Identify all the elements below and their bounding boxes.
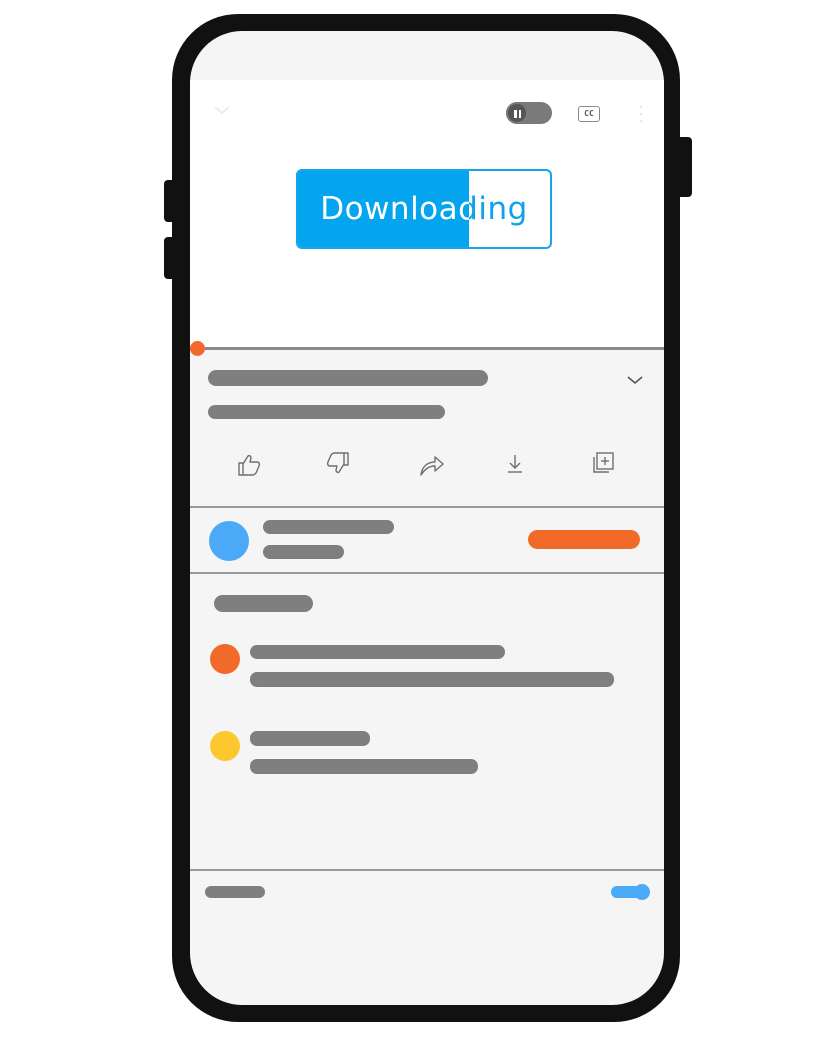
divider xyxy=(190,572,664,574)
comment-text-placeholder xyxy=(250,759,478,774)
channel-avatar[interactable] xyxy=(209,521,249,561)
phone-screen: CC Downloading Downloading xyxy=(190,31,664,1005)
share-icon[interactable] xyxy=(418,452,446,478)
captions-icon[interactable]: CC xyxy=(578,106,600,122)
power-button xyxy=(676,137,692,197)
bottom-label-placeholder xyxy=(205,886,265,898)
collapse-chevron-icon[interactable] xyxy=(212,103,232,117)
bottom-toggle-knob[interactable] xyxy=(634,884,650,900)
comment-text-placeholder xyxy=(250,672,614,687)
more-options-icon[interactable] xyxy=(638,103,644,125)
channel-subscribers-placeholder xyxy=(263,545,344,559)
video-title-placeholder xyxy=(208,370,488,386)
volume-up-button xyxy=(164,180,176,222)
commenter-avatar[interactable] xyxy=(210,644,240,674)
volume-down-button xyxy=(164,237,176,279)
thumbs-up-icon[interactable] xyxy=(236,452,262,478)
autoplay-toggle[interactable] xyxy=(506,102,552,124)
divider xyxy=(190,506,664,508)
subscribe-button[interactable] xyxy=(528,530,640,549)
comment-author-placeholder xyxy=(250,731,370,746)
expand-chevron-icon[interactable] xyxy=(626,374,644,386)
downloading-button[interactable]: Downloading Downloading xyxy=(296,169,552,249)
pause-icon xyxy=(506,102,528,124)
download-progress-fill: Downloading xyxy=(298,171,469,247)
download-icon[interactable] xyxy=(505,452,525,476)
comments-header-placeholder xyxy=(214,595,313,612)
playback-progress-track[interactable] xyxy=(190,347,664,350)
commenter-avatar[interactable] xyxy=(210,731,240,761)
comment-author-placeholder xyxy=(250,645,505,659)
divider xyxy=(190,869,664,871)
video-meta-placeholder xyxy=(208,405,445,419)
add-to-playlist-icon[interactable] xyxy=(590,450,616,476)
playback-scrubber[interactable] xyxy=(190,341,205,356)
thumbs-down-icon[interactable] xyxy=(325,450,351,476)
downloading-label-filled: Downloading xyxy=(320,191,469,227)
channel-name-placeholder xyxy=(263,520,394,534)
